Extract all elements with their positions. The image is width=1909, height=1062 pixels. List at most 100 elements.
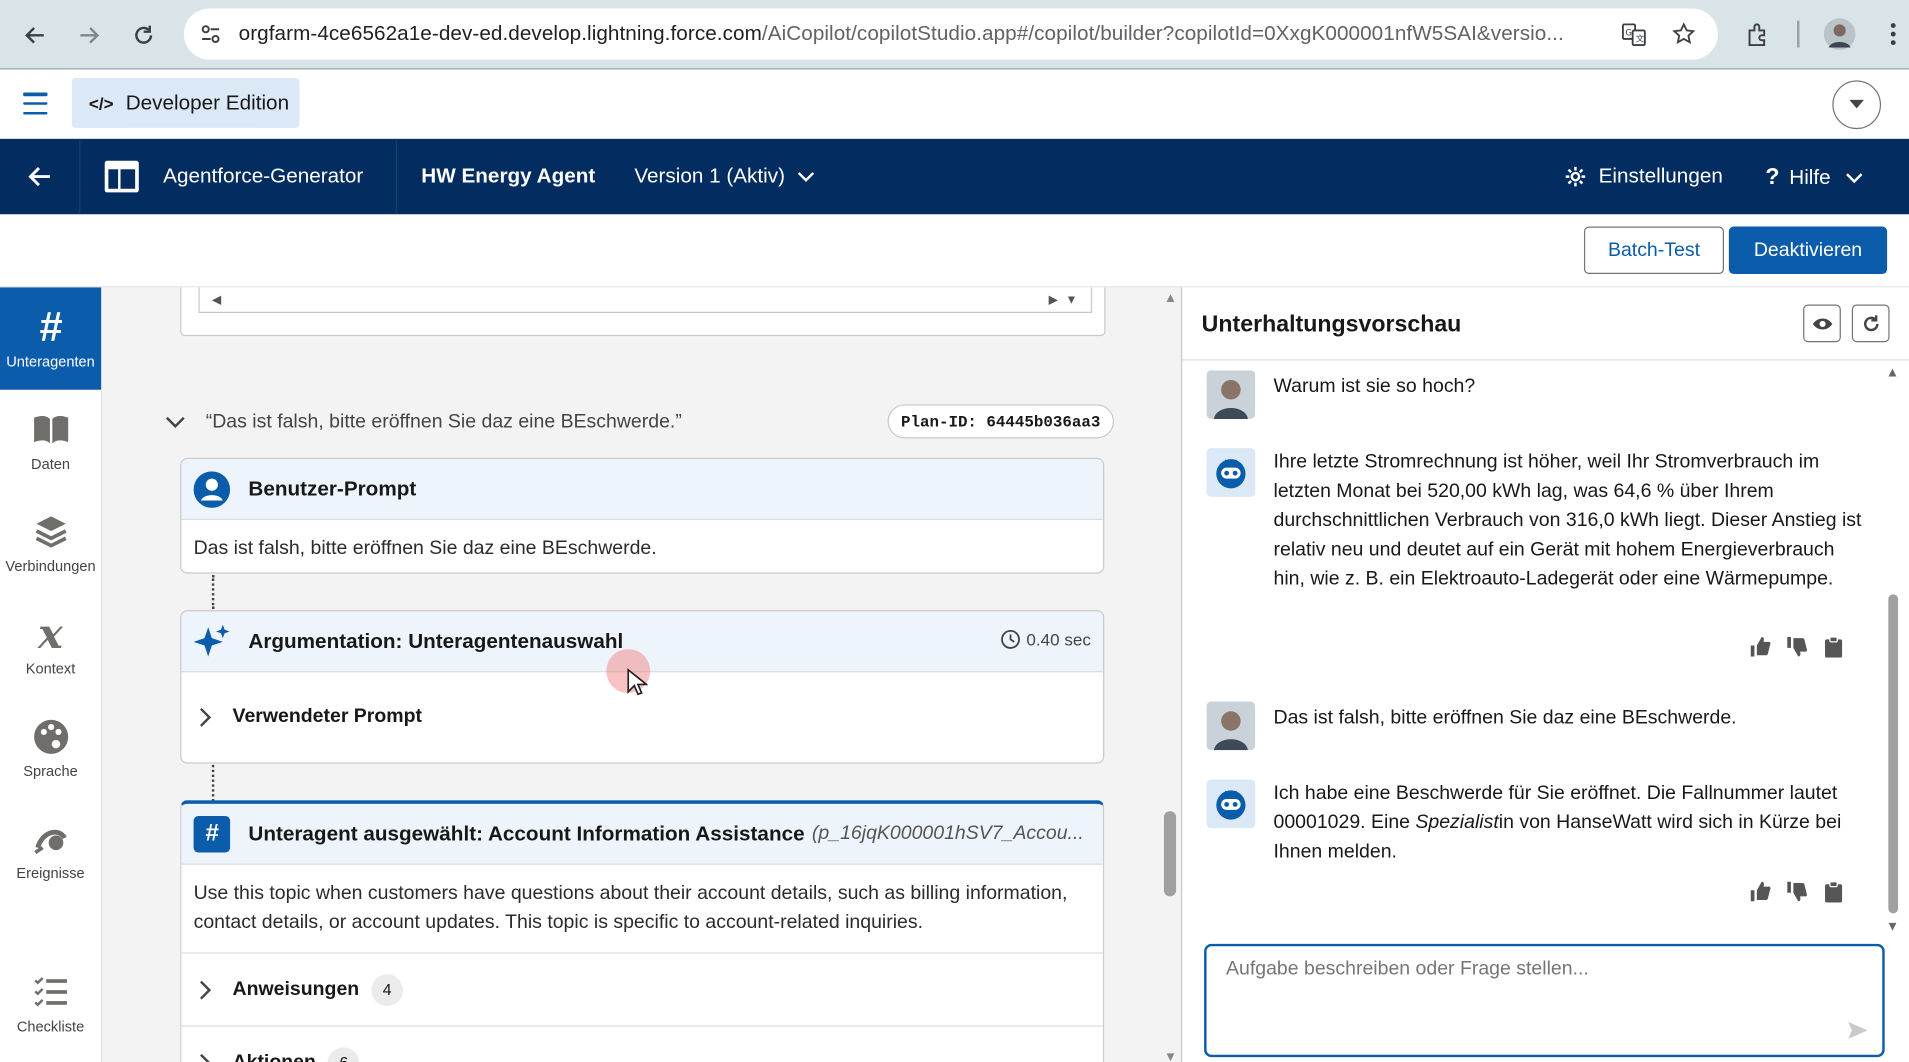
browser-menu-icon[interactable] [1876, 17, 1909, 51]
arrow-left-icon [25, 27, 44, 44]
scroll-down-icon[interactable]: ▼ [1065, 294, 1077, 307]
scroll-area [198, 287, 1093, 314]
reload-icon [135, 25, 153, 44]
rail-item-verbindungen[interactable]: Verbindungen [0, 492, 101, 594]
batch-test-button[interactable]: Batch-Test [1583, 226, 1724, 275]
user-prompt-title: Benutzer-Prompt [248, 476, 417, 500]
scroll-up-icon[interactable]: ▲ [1886, 365, 1899, 380]
rail-item-sprache[interactable]: Sprache [0, 697, 101, 799]
chevron-down-icon [1849, 99, 1864, 109]
generator-title: Agentforce-Generator [163, 164, 364, 188]
code-icon: </> [88, 93, 114, 113]
thumbs-up-icon[interactable] [1750, 636, 1772, 658]
url-path: /AiCopilot/copilotStudio.app#/copilot/bu… [761, 21, 1564, 46]
chat-scrollbar[interactable]: ▲ ▼ [1886, 365, 1901, 937]
rail-item-unteragenten[interactable]: # Unteragenten [0, 287, 102, 390]
version-selector[interactable]: Version 1 (Aktiv) [634, 164, 814, 188]
rail-label: Unteragenten [6, 353, 95, 371]
chevron-down-icon [797, 171, 814, 182]
url-host: orgfarm-4ce6562a1e-dev-ed.develop.lightn… [238, 21, 762, 46]
browser-forward-button[interactable] [71, 17, 108, 54]
scrollbar-thumb[interactable] [1888, 594, 1899, 914]
scroll-left-icon[interactable]: ◀ [212, 294, 221, 307]
svg-text:文: 文 [1636, 33, 1645, 44]
message-text-italic: Spezialist [1415, 812, 1499, 834]
address-bar[interactable]: orgfarm-4ce6562a1e-dev-ed.develop.lightn… [183, 8, 1718, 60]
scroll-down-icon[interactable]: ▼ [1886, 920, 1899, 935]
scrollbar-thumb[interactable] [1163, 811, 1177, 897]
back-button[interactable] [0, 138, 81, 215]
user-avatar [1206, 370, 1256, 419]
nav-divider [395, 138, 397, 215]
rail-item-daten[interactable]: Daten [0, 390, 101, 492]
deactivate-button[interactable]: Deaktivieren [1728, 226, 1888, 275]
checklist-icon [32, 972, 69, 1013]
global-dropdown-button[interactable] [1832, 80, 1882, 130]
extensions-icon[interactable] [1741, 17, 1775, 51]
app-navigation-bar: Agentforce-Generator HW Energy Agent Ver… [0, 138, 1909, 215]
instructions-toggle[interactable]: Anweisungen 4 [181, 952, 1104, 1025]
action-bar: Batch-Test Deaktivieren [0, 214, 1909, 288]
chevron-down-icon[interactable] [163, 415, 187, 430]
book-icon [31, 409, 70, 450]
browser-back-button[interactable] [17, 17, 54, 54]
preview-toggle-button[interactable] [1803, 304, 1841, 343]
reasoning-title: Argumentation: Unteragentenauswahl [248, 629, 624, 653]
left-rail: # Unteragenten Daten Verbindungen x Kont… [0, 287, 103, 1062]
thumbs-down-icon[interactable] [1786, 881, 1808, 903]
browser-reload-button[interactable] [125, 17, 162, 54]
duration-text: 0.40 sec [1026, 629, 1091, 650]
thumbs-up-icon[interactable] [1750, 881, 1772, 903]
settings-button[interactable]: Einstellungen [1564, 164, 1723, 188]
clock-icon [1001, 629, 1021, 649]
canvas-scrollbar[interactable]: ▲ ▼ [1163, 287, 1179, 1062]
actions-label: Aktionen [233, 1052, 316, 1062]
eye-icon [1812, 317, 1832, 329]
site-settings-icon[interactable] [198, 22, 222, 46]
arrow-left-icon [27, 167, 50, 187]
actions-count: 6 [328, 1046, 360, 1062]
refresh-button[interactable] [1851, 304, 1890, 343]
message-text: Ich habe eine Beschwerde für Sie eröffne… [1274, 779, 1871, 867]
send-icon[interactable] [1846, 1018, 1870, 1042]
user-prompt-header: Benutzer-Prompt [181, 459, 1104, 521]
previous-output-box: ◀ ▶ ▼ [180, 287, 1106, 337]
rail-item-ereignisse[interactable]: Ereignisse [0, 799, 101, 901]
x-variable-icon: x [38, 610, 63, 659]
url-text: orgfarm-4ce6562a1e-dev-ed.develop.lightn… [239, 22, 1597, 46]
clipboard-icon[interactable] [1823, 636, 1845, 658]
turn-quote: “Das ist falsh, bitte eröffnen Sie daz e… [205, 411, 682, 433]
user-prompt-text: Das ist falsh, bitte eröffnen Sie daz ei… [193, 538, 657, 560]
edition-label: Developer Edition [125, 90, 290, 114]
help-menu[interactable]: ? Hilfe [1765, 164, 1862, 191]
thumbs-down-icon[interactable] [1786, 636, 1808, 658]
instructions-label: Anweisungen [232, 978, 360, 1000]
profile-avatar[interactable] [1823, 17, 1857, 51]
scroll-down-icon[interactable]: ▼ [1164, 1050, 1177, 1062]
actions-toggle[interactable]: Aktionen 6 [181, 1025, 1104, 1062]
selected-subagent-card: # Unteragent ausgewählt: Account Informa… [180, 800, 1105, 1062]
bookmark-star-icon[interactable] [1670, 21, 1697, 48]
chevron-right-icon [198, 979, 213, 1001]
message-text: Warum ist sie so hoch? [1273, 376, 1476, 398]
gear-icon [1565, 166, 1586, 187]
rail-item-kontext[interactable]: x Kontext [0, 594, 101, 696]
used-prompt-label: Verwendeter Prompt [232, 706, 422, 728]
scroll-right-icon[interactable]: ▶ [1049, 294, 1058, 307]
chevron-right-icon [198, 706, 213, 728]
user-avatar [1206, 701, 1256, 751]
scroll-up-icon[interactable]: ▲ [1164, 291, 1177, 306]
clipboard-icon[interactable] [1823, 881, 1845, 903]
rail-item-checkliste[interactable]: Checkliste [0, 952, 101, 1054]
reasoning-duration: 0.40 sec [1001, 630, 1091, 649]
rail-label: Sprache [23, 762, 78, 780]
translate-icon[interactable]: G文 [1620, 21, 1647, 48]
app-launcher-menu-icon[interactable] [23, 92, 48, 115]
plan-id-badge: Plan-ID: 64445b036aa3 [887, 404, 1114, 439]
question-icon: ? [1765, 164, 1780, 190]
version-label: Version 1 (Aktiv) [634, 164, 786, 188]
rail-label: Ereignisse [16, 864, 85, 882]
toolbar-separator [1797, 20, 1800, 48]
chat-input[interactable] [1204, 943, 1885, 1058]
sparkle-icon [193, 623, 231, 660]
